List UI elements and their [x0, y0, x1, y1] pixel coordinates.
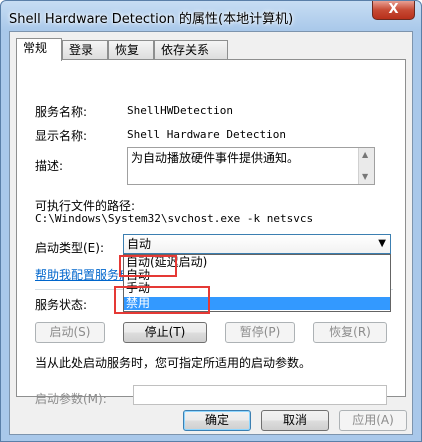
- dialog-client-area: 常规 登录 恢复 依存关系 服务名称: ShellHWDetection 显示名…: [9, 31, 413, 435]
- chevron-down-icon[interactable]: ▼: [378, 235, 386, 253]
- service-name-label: 服务名称:: [35, 105, 88, 119]
- apply-button[interactable]: 应用(A): [339, 410, 407, 431]
- description-scrollbar[interactable]: ▲ ▼: [358, 148, 374, 184]
- startup-type-selected: 自动: [127, 237, 152, 251]
- cancel-button[interactable]: 取消: [261, 410, 329, 431]
- tab-recovery[interactable]: 恢复: [108, 40, 154, 60]
- start-params-label: 启动参数(M):: [35, 392, 107, 406]
- description-textbox[interactable]: 为自动播放硬件事件提供通知。 ▲ ▼: [127, 147, 375, 185]
- tab-general[interactable]: 常规: [16, 38, 62, 61]
- start-params-input[interactable]: [133, 385, 387, 405]
- scroll-up-icon[interactable]: ▲: [362, 150, 368, 159]
- display-name-value: Shell Hardware Detection: [127, 128, 286, 141]
- startup-option-disabled[interactable]: 禁用: [124, 297, 390, 310]
- general-tab-panel: 服务名称: ShellHWDetection 显示名称: Shell Hardw…: [16, 59, 406, 406]
- pause-service-button[interactable]: 暂停(P): [225, 322, 295, 343]
- startup-type-label: 启动类型(E):: [35, 241, 104, 255]
- description-text: 为自动播放硬件事件提供通知。: [131, 151, 300, 165]
- properties-window: Shell Hardware Detection 的属性(本地计算机) X 常规…: [0, 0, 422, 442]
- service-name-value: ShellHWDetection: [127, 104, 233, 117]
- start-service-button[interactable]: 启动(S): [35, 322, 105, 343]
- close-button[interactable]: X: [372, 1, 415, 20]
- start-params-hint: 当从此处启动服务时，您可指定所适用的启动参数。: [35, 356, 312, 370]
- tab-dependencies[interactable]: 依存关系: [154, 40, 228, 60]
- exe-path-value: C:\Windows\System32\svchost.exe -k netsv…: [35, 212, 314, 225]
- startup-option-manual[interactable]: 手动: [126, 282, 150, 295]
- scroll-down-icon[interactable]: ▼: [362, 172, 368, 181]
- service-status-label: 服务状态:: [35, 298, 88, 312]
- display-name-label: 显示名称:: [35, 129, 88, 143]
- tab-logon[interactable]: 登录: [62, 40, 108, 60]
- title-bar[interactable]: Shell Hardware Detection 的属性(本地计算机) X: [1, 1, 421, 31]
- startup-type-select[interactable]: 自动 ▼: [123, 234, 391, 254]
- resume-service-button[interactable]: 恢复(R): [313, 322, 387, 343]
- description-label: 描述:: [35, 159, 64, 173]
- stop-service-button[interactable]: 停止(T): [123, 322, 207, 343]
- ok-button[interactable]: 确定: [183, 410, 251, 431]
- help-configure-link[interactable]: 帮助我配置服务启: [35, 266, 131, 283]
- startup-type-dropdown: 自动(延迟启动) 自动 手动 禁用: [123, 254, 391, 312]
- window-title: Shell Hardware Detection 的属性(本地计算机): [9, 12, 294, 27]
